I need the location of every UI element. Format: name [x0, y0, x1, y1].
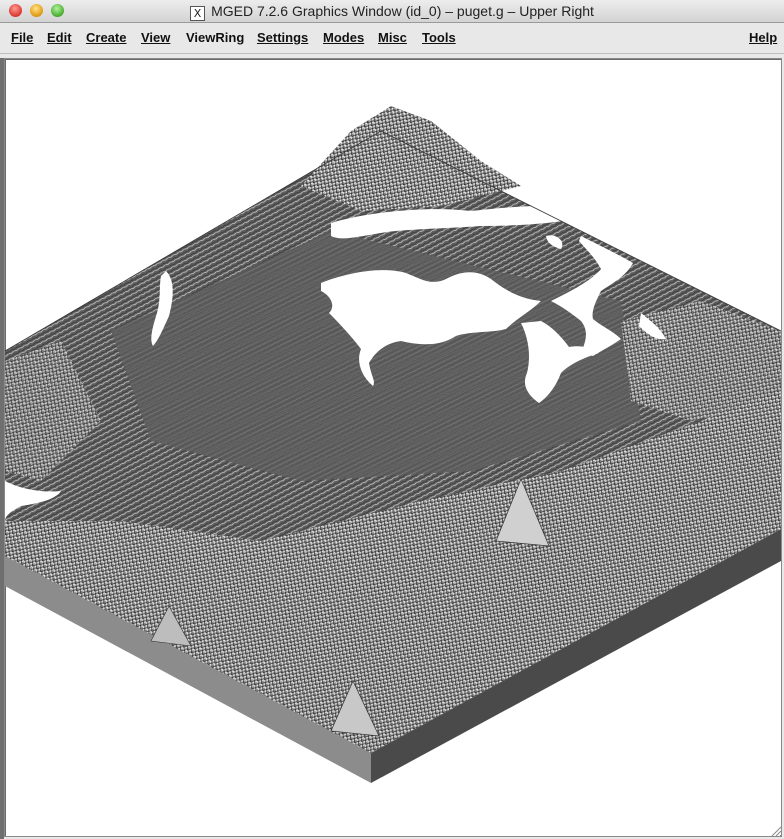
menu-misc-label: Misc: [378, 30, 407, 45]
menu-tools-label: Tools: [422, 30, 456, 45]
menu-settings[interactable]: Settings: [257, 30, 308, 45]
menu-create-label: Create: [86, 30, 127, 45]
window-title: MGED 7.2.6 Graphics Window (id_0) – puge…: [211, 3, 594, 19]
menu-help-label: Help: [749, 30, 778, 45]
terrain-render: [5, 106, 781, 783]
menu-edit-label: Edit: [47, 30, 72, 45]
menu-bar: File Edit Create View ViewRing Settings …: [0, 23, 784, 54]
menu-viewring-label: ViewRing: [186, 30, 245, 45]
title-bar[interactable]: X MGED 7.2.6 Graphics Window (id_0) – pug…: [0, 0, 784, 23]
menu-file-label: File: [11, 30, 34, 45]
menu-view[interactable]: View: [141, 30, 170, 45]
menu-file[interactable]: File: [11, 30, 33, 45]
menu-modes-label: Modes: [323, 30, 365, 45]
menu-create[interactable]: Create: [86, 30, 126, 45]
menu-misc[interactable]: Misc: [378, 30, 407, 45]
x11-app-icon: X: [190, 6, 206, 21]
menu-viewring[interactable]: ViewRing: [186, 30, 244, 45]
menu-view-label: View: [141, 30, 171, 45]
menu-settings-label: Settings: [257, 30, 309, 45]
graphics-viewport[interactable]: [4, 58, 782, 837]
menu-edit[interactable]: Edit: [47, 30, 72, 45]
resize-grip-icon[interactable]: [770, 825, 782, 837]
menu-tools[interactable]: Tools: [422, 30, 456, 45]
mged-graphics-window: X MGED 7.2.6 Graphics Window (id_0) – pug…: [0, 0, 784, 839]
menu-help[interactable]: Help: [749, 30, 777, 45]
menu-modes[interactable]: Modes: [323, 30, 364, 45]
